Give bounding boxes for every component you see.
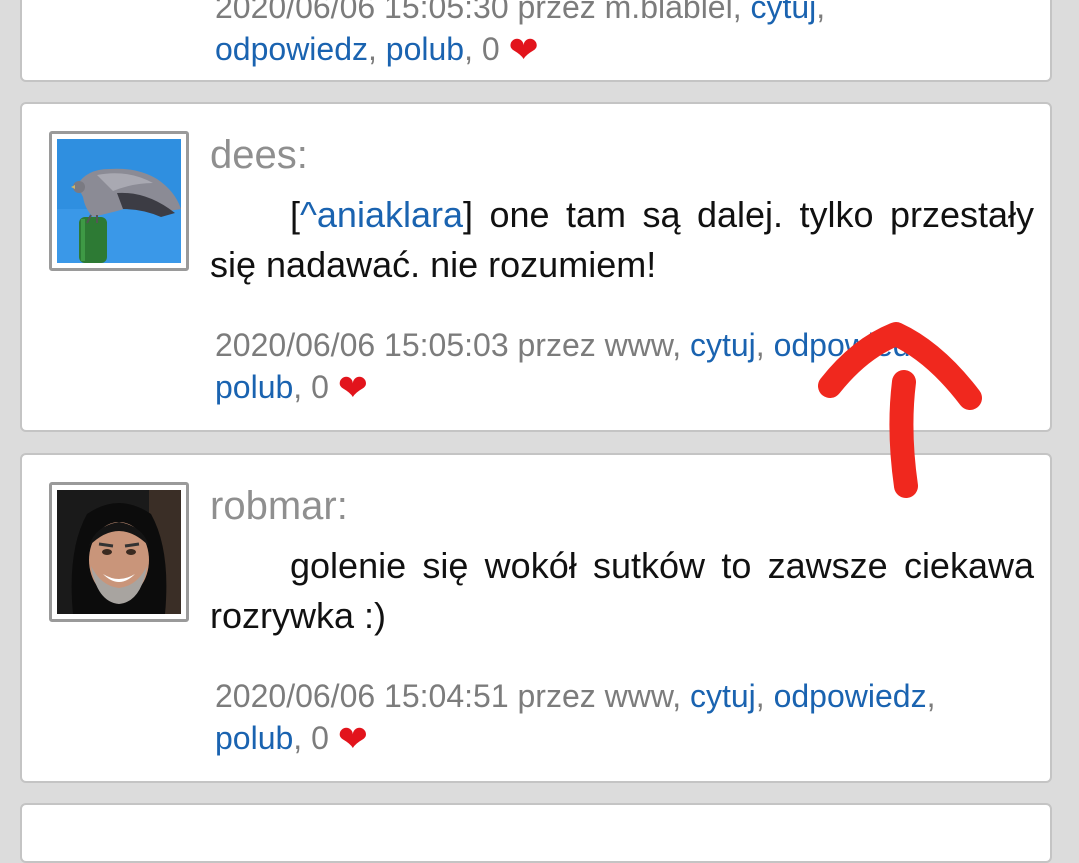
like-link[interactable]: polub: [215, 720, 293, 756]
like-link[interactable]: polub: [215, 369, 293, 405]
reply-link[interactable]: odpowiedz: [215, 31, 368, 67]
like-count: 0: [481, 31, 500, 67]
heart-icon: ❤: [337, 367, 368, 408]
comment-meta: 2020/06/06 15:04:51 przez www, cytuj, od…: [215, 678, 936, 759]
reply-link[interactable]: odpowiedz: [774, 678, 927, 714]
comment-author[interactable]: dees:: [210, 132, 308, 178]
comment-meta: 2020/06/06 15:05:03 przez www, cytuj, od…: [215, 327, 936, 408]
heart-icon: ❤: [508, 29, 539, 70]
quote-link[interactable]: cytuj: [690, 678, 756, 714]
like-count: 0: [311, 369, 329, 405]
like-link[interactable]: polub: [386, 31, 464, 67]
avatar[interactable]: [49, 482, 189, 622]
quote-link[interactable]: cytuj: [750, 0, 816, 25]
avatar[interactable]: [49, 131, 189, 271]
mention-link[interactable]: ^aniaklara: [300, 194, 463, 235]
pigeon-photo-icon: [57, 139, 181, 263]
quote-link[interactable]: cytuj: [690, 327, 756, 363]
bearded-man-photo-icon: [57, 490, 181, 614]
comment-card: [20, 803, 1052, 863]
comment-text: golenie się wokół sutków to zawsze cieka…: [210, 545, 1034, 636]
reply-link[interactable]: odpowiedz: [774, 327, 927, 363]
like-count: 0: [311, 720, 329, 756]
comment-date-author: 2020/06/06 15:05:03 przez www,: [215, 327, 682, 363]
comment-card: robmar: golenie się wokół sutków to zaws…: [20, 453, 1052, 783]
comment-card: dees: [^aniaklara] one tam są dalej. tyl…: [20, 102, 1052, 432]
comment-date-author: 2020/06/06 15:04:51 przez www,: [215, 678, 682, 714]
comment-author[interactable]: robmar:: [210, 483, 348, 529]
comment-text: [^aniaklara] one tam są dalej. tylko prz…: [210, 194, 1034, 285]
comment-date-author: 2020/06/06 15:05:30 przez m.blablel,: [215, 0, 742, 25]
heart-icon: ❤: [337, 718, 368, 759]
comment-card: 2020/06/06 15:05:30 przez m.blablel, cyt…: [20, 0, 1052, 82]
comment-meta: 2020/06/06 15:05:30 przez m.blablel, cyt…: [215, 0, 1035, 71]
